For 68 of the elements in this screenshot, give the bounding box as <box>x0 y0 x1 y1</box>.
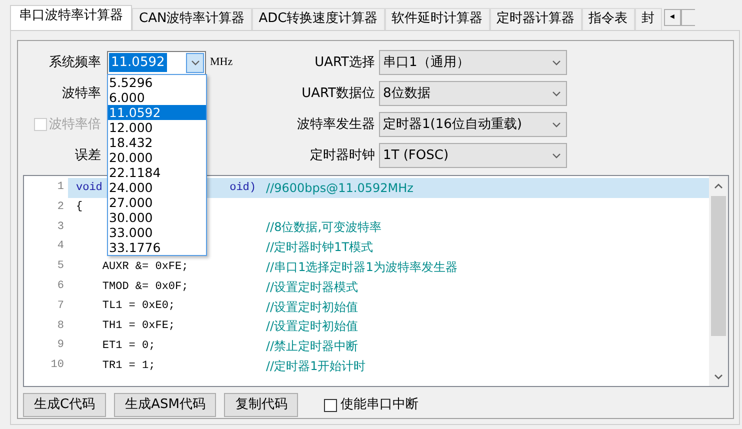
field-label: 定时器时钟 <box>309 146 376 165</box>
tab[interactable]: 指令表 <box>582 8 635 30</box>
code-comment: //设置定时初始值 <box>266 298 358 316</box>
chevron-down-icon <box>552 90 561 96</box>
field-label: 波特率 <box>61 84 102 103</box>
code-comment: //定时器时钟1T模式 <box>266 239 374 256</box>
field-label: 系统频率 <box>48 54 102 72</box>
dropdown[interactable]: 串口1（通用） <box>379 50 567 75</box>
button[interactable]: 生成ASM代码 <box>114 393 216 417</box>
dropdown-option[interactable]: 11.0592 <box>108 105 206 120</box>
unit-label: MHz <box>210 55 233 70</box>
code-text: { <box>76 200 83 216</box>
code-text: ET1 = 0; <box>101 339 156 354</box>
code-comment: //设置定时初始值 <box>266 318 358 336</box>
dropdown-option[interactable]: 30.000 <box>108 210 206 225</box>
tab[interactable]: CAN波特率计算器 <box>132 8 252 30</box>
code-text: void <box>76 180 102 196</box>
line-number: 1 <box>24 178 68 198</box>
code-comment: //禁止定时器中断 <box>266 338 358 356</box>
frequency-combo[interactable]: 11.0592 <box>107 50 206 74</box>
tab[interactable]: ADC转换速度计算器 <box>252 8 385 30</box>
chevron-down-icon <box>190 60 200 66</box>
dropdown-option[interactable]: 18.432 <box>108 135 206 150</box>
code-text: oid) <box>230 180 256 196</box>
chevron-down-icon <box>552 60 561 66</box>
vertical-scrollbar[interactable] <box>709 176 728 386</box>
code-comment: //串口1选择定时器1为波特率发生器 <box>266 259 458 276</box>
checkbox-label: 使能串口中断 <box>340 396 418 414</box>
code-text: TMOD &= 0x0F; <box>101 280 188 295</box>
dropdown-option[interactable]: 12.000 <box>108 120 206 135</box>
button[interactable]: 复制代码 <box>224 393 298 417</box>
dropdown[interactable]: 8位数据 <box>379 81 567 106</box>
field-label: 误差 <box>74 146 102 165</box>
field-label: UART数据位 <box>300 84 376 103</box>
field-label: UART选择 <box>314 54 376 72</box>
tab[interactable]: 串口波特率计算器 <box>10 5 132 30</box>
code-text: TH1 = 0xFE; <box>101 319 176 334</box>
chevron-down-icon <box>552 122 561 128</box>
dropdown-option[interactable]: 24.000 <box>108 180 206 195</box>
code-comment: //8位数据,可变波特率 <box>266 219 382 236</box>
dropdown-option[interactable]: 22.1184 <box>108 165 206 180</box>
code-text: TR1 = 1; <box>101 358 156 374</box>
tab[interactable]: 软件延时计算器 <box>384 8 490 30</box>
chevron-down-icon <box>552 152 561 158</box>
code-comment: //设置定时器模式 <box>266 278 358 296</box>
dropdown-option[interactable]: 5.5296 <box>108 75 206 90</box>
tab[interactable]: 封 <box>634 8 662 30</box>
code-comment: //9600bps@11.0592MHz <box>266 180 414 197</box>
dropdown-option[interactable]: 6.000 <box>108 90 206 105</box>
code-comment: //定时器1开始计时 <box>266 358 366 376</box>
code-text: TL1 = 0xE0; <box>101 299 176 314</box>
scroll-up-icon[interactable] <box>714 182 723 188</box>
field-label: 波特率发生器 <box>296 116 376 134</box>
tab-scroll-right-button[interactable] <box>680 9 695 26</box>
code-text: AUXR &= 0xFE; <box>101 260 188 275</box>
button[interactable]: 生成C代码 <box>23 393 106 417</box>
tab[interactable]: 定时器计算器 <box>490 8 582 30</box>
dropdown[interactable]: 1T (FOSC) <box>379 143 567 168</box>
scroll-down-icon[interactable] <box>714 374 723 380</box>
checkbox[interactable] <box>324 398 338 412</box>
dropdown[interactable]: 定时器1(16位自动重载) <box>379 112 567 137</box>
dropdown-option[interactable]: 33.000 <box>108 225 206 240</box>
tab-scroll-left-button[interactable]: ◂ <box>664 9 681 26</box>
scroll-thumb[interactable] <box>711 196 726 336</box>
dropdown-option[interactable]: 27.000 <box>108 195 206 210</box>
dropdown-option[interactable]: 20.000 <box>108 150 206 165</box>
dropdown-option[interactable]: 33.1776 <box>108 240 206 255</box>
checkbox-label: 波特率倍 <box>49 116 101 134</box>
